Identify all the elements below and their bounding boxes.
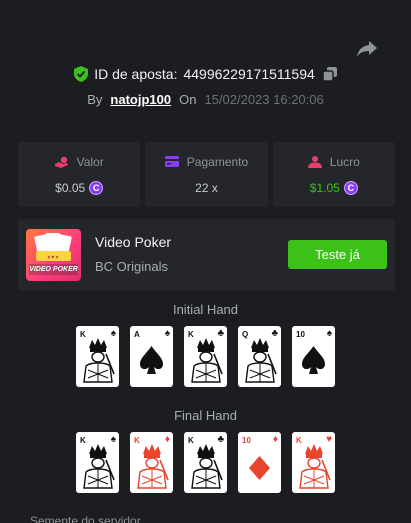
stat-pagamento: Pagamento 22 x: [145, 142, 268, 207]
playing-card: 10 ♠: [292, 326, 335, 387]
card-rank: K: [134, 436, 140, 445]
stat-pagamento-label: Pagamento: [186, 154, 249, 169]
playing-card: A ♠: [130, 326, 173, 387]
playing-card: K ♠: [76, 432, 119, 493]
stat-lucro-label: Lucro: [329, 154, 360, 169]
cards-logo-icon: ♠ ♥ ♦: [29, 233, 78, 275]
card-suit: ♦: [164, 434, 170, 445]
playing-card: Q ♣: [238, 326, 281, 387]
bet-id-value: 44996229171511594: [183, 66, 315, 82]
playing-card: K ♥: [292, 432, 335, 493]
server-seed-label: Semente do servidor: [30, 514, 141, 523]
card-rank: K: [188, 436, 194, 445]
credit-card-icon: [164, 156, 179, 167]
game-provider: BC Originals: [95, 259, 168, 274]
card-suit: ♠: [110, 328, 116, 339]
card-rank: K: [80, 330, 86, 339]
card-suit: ♠: [110, 434, 116, 445]
stat-lucro: Lucro $1.05 C: [272, 142, 395, 207]
final-hand-title: Final Hand: [174, 408, 237, 423]
initial-hand: K ♠ A ♠ K ♣ Q ♣ 10 ♠: [0, 326, 411, 387]
card-rank: K: [80, 436, 86, 445]
card-suit: ♣: [217, 328, 224, 339]
card-rank: 10: [296, 330, 305, 339]
stat-valor-label: Valor: [76, 154, 104, 169]
final-hand: K ♠ K ♦ K ♣ 10 ♦ K ♥: [0, 432, 411, 493]
stat-valor-value: $0.05: [55, 180, 86, 195]
card-suit: ♣: [271, 328, 278, 339]
initial-hand-title: Initial Hand: [172, 302, 239, 317]
bet-id-row: ID de aposta: 44996229171511594: [0, 66, 411, 82]
playing-card: K ♣: [184, 326, 227, 387]
profit-user-icon: [307, 155, 322, 168]
card-rank: K: [188, 330, 194, 339]
stat-valor: Valor $0.05 C: [18, 142, 141, 207]
playing-card: 10 ♦: [238, 432, 281, 493]
try-now-button[interactable]: Teste já: [288, 240, 387, 269]
stat-pagamento-value: 22 x: [195, 180, 218, 195]
game-name[interactable]: Video Poker: [95, 234, 171, 250]
card-suit: ♠: [164, 328, 170, 339]
coin-icon: C: [343, 180, 358, 195]
bet-datetime: 15/02/2023 16:20:06: [204, 92, 324, 107]
by-label: By: [87, 92, 103, 107]
coin-icon: C: [89, 180, 104, 195]
game-thumbnail[interactable]: ♠ ♥ ♦ VIDEO POKER: [26, 229, 81, 281]
card-rank: 10: [242, 436, 251, 445]
on-label: On: [179, 92, 197, 107]
card-suit: ♥: [326, 434, 332, 445]
playing-card: K ♣: [184, 432, 227, 493]
username-link[interactable]: natojp100: [110, 92, 171, 107]
card-rank: K: [296, 436, 302, 445]
card-suit: ♣: [217, 434, 224, 445]
svg-text:♠ ♥ ♦: ♠ ♥ ♦: [48, 255, 59, 261]
copy-icon[interactable]: [322, 67, 337, 81]
card-suit: ♦: [272, 434, 278, 445]
stat-lucro-value: $1.05: [309, 180, 340, 195]
card-rank: A: [134, 330, 140, 339]
author-row: By natojp100 On 15/02/2023 16:20:06: [0, 92, 411, 107]
shield-check-icon: [74, 66, 89, 82]
playing-card: K ♠: [76, 326, 119, 387]
card-rank: Q: [242, 330, 249, 339]
game-card: ♠ ♥ ♦ VIDEO POKER Video Poker BC Origina…: [18, 219, 395, 291]
game-thumb-label: VIDEO POKER: [29, 266, 78, 273]
share-icon[interactable]: [356, 40, 378, 58]
bet-id-label: ID de aposta:: [94, 66, 178, 82]
bet-stats: Valor $0.05 C Pagamento 22 x Lucro $1.05…: [18, 142, 395, 207]
hand-coin-icon: [54, 156, 68, 168]
playing-card: K ♦: [130, 432, 173, 493]
card-suit: ♠: [326, 328, 332, 339]
